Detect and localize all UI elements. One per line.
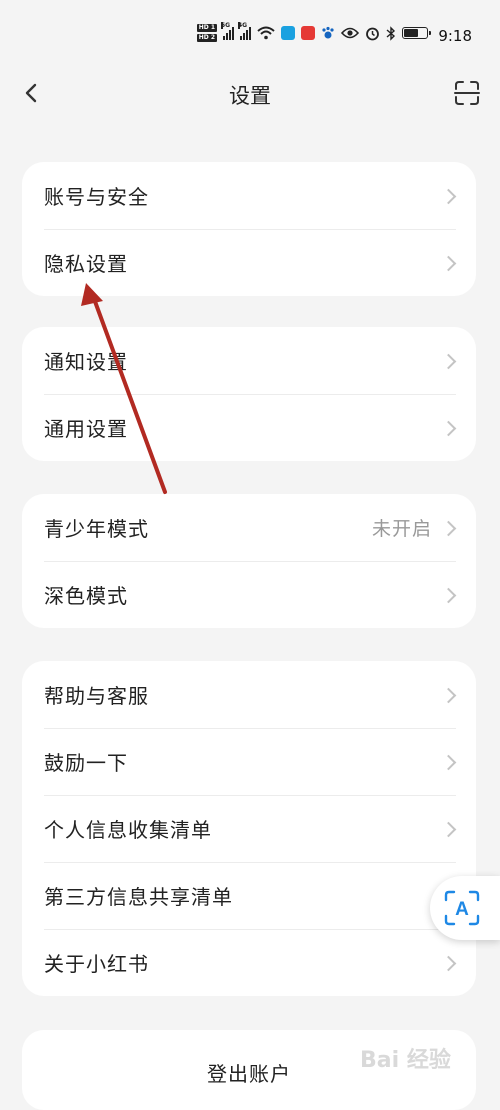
chevron-right-icon	[440, 687, 457, 703]
app-red-icon	[301, 26, 315, 40]
app-blue-icon	[281, 26, 295, 40]
settings-item-label: 关于小红书	[44, 952, 149, 976]
watermark: Bai 经验	[360, 1048, 451, 1073]
settings-item-label: 个人信息收集清单	[44, 818, 212, 842]
settings-item-label: 深色模式	[44, 584, 128, 608]
hd1-label: HD 1	[196, 24, 217, 32]
settings-item-dark-mode[interactable]: 深色模式	[22, 561, 476, 628]
settings-group-about: 帮助与客服 鼓励一下 个人信息收集清单 第三方信息共享清单 关于小红书	[22, 661, 476, 996]
translate-glyph: A	[455, 899, 469, 920]
settings-group-general: 通知设置 通用设置	[22, 327, 476, 461]
alarm-icon	[366, 27, 379, 40]
settings-item-label: 帮助与客服	[44, 684, 149, 708]
chevron-right-icon	[440, 255, 457, 271]
bluetooth-icon	[386, 25, 396, 41]
floating-translate-button[interactable]: A	[430, 876, 500, 940]
settings-item-help[interactable]: 帮助与客服	[22, 661, 476, 728]
paw-icon	[322, 26, 334, 39]
clock: 9:18	[438, 27, 472, 45]
status-icons: HD 1 HD 2 5G 4G	[196, 22, 431, 42]
settings-item-teen-mode[interactable]: 青少年模式 未开启	[22, 494, 476, 561]
settings-item-encourage[interactable]: 鼓励一下	[22, 728, 476, 795]
chevron-right-icon	[440, 420, 457, 436]
settings-item-about[interactable]: 关于小红书	[22, 929, 476, 996]
net1-label: 5G	[221, 22, 231, 29]
settings-group-account: 账号与安全 隐私设置	[22, 162, 476, 296]
chevron-right-icon	[440, 587, 457, 603]
battery-icon	[402, 27, 431, 39]
settings-item-label: 账号与安全	[44, 185, 149, 209]
teen-mode-status: 未开启	[371, 518, 432, 540]
eye-icon	[341, 27, 359, 39]
page-title: 设置	[229, 84, 271, 108]
scan-icon[interactable]	[452, 78, 482, 108]
hd2-label: HD 2	[196, 34, 217, 42]
wifi-icon	[257, 26, 275, 40]
chevron-right-icon	[440, 353, 457, 369]
nav-bar: 设置	[0, 60, 500, 130]
settings-item-label: 隐私设置	[44, 252, 128, 276]
settings-item-label: 青少年模式	[44, 517, 149, 541]
hd-icon: HD 1 HD 2	[196, 24, 217, 42]
chevron-right-icon	[440, 821, 457, 837]
settings-item-label: 第三方信息共享清单	[44, 885, 233, 909]
settings-item-label: 通用设置	[44, 417, 128, 441]
settings-group-modes: 青少年模式 未开启 深色模式	[22, 494, 476, 628]
settings-item-general[interactable]: 通用设置	[22, 394, 476, 461]
signal-4g-icon: 4G	[238, 22, 251, 40]
settings-item-account-security[interactable]: 账号与安全	[22, 162, 476, 229]
net2-label: 4G	[238, 22, 248, 29]
settings-item-label: 鼓励一下	[44, 751, 128, 775]
settings-item-privacy[interactable]: 隐私设置	[22, 229, 476, 296]
translate-icon: A	[444, 890, 480, 926]
settings-item-notifications[interactable]: 通知设置	[22, 327, 476, 394]
chevron-right-icon	[440, 188, 457, 204]
settings-item-third-party-list[interactable]: 第三方信息共享清单	[22, 862, 476, 929]
status-bar: HD 1 HD 2 5G 4G 9:18	[0, 0, 500, 56]
chevron-right-icon	[440, 754, 457, 770]
chevron-right-icon	[440, 955, 457, 971]
chevron-right-icon	[440, 520, 457, 536]
settings-item-label: 通知设置	[44, 350, 128, 374]
settings-item-personal-info-list[interactable]: 个人信息收集清单	[22, 795, 476, 862]
signal-5g-icon: 5G	[221, 22, 234, 40]
